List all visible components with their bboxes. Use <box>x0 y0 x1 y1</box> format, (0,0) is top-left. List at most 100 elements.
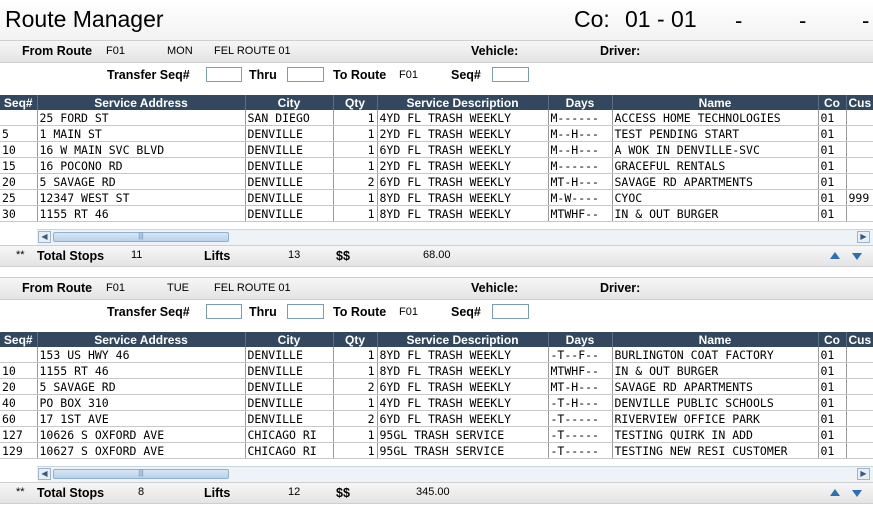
column-header-city[interactable]: City <box>245 332 334 347</box>
route-section-2: From Route F01 TUE FEL ROUTE 01 Vehicle:… <box>0 277 873 504</box>
seq-label: Seq# <box>451 305 481 319</box>
scrollbar-thumb[interactable]: ||| <box>53 469 229 479</box>
scroll-right-icon[interactable]: ▶ <box>857 468 870 480</box>
cell-city: DENVILLE <box>245 141 334 158</box>
column-header-qty[interactable]: Qty <box>333 95 378 110</box>
cell-seq: 60 <box>0 410 38 427</box>
table-row[interactable]: 25 FORD ST SAN DIEGO 1 4YD FL TRASH WEEKLY M… <box>0 110 873 126</box>
scroll-right-icon[interactable]: ▶ <box>857 231 870 243</box>
transfer-seq-input[interactable] <box>206 67 242 82</box>
arrow-down-icon[interactable] <box>851 487 863 499</box>
column-header-days[interactable]: Days <box>548 95 613 110</box>
cell-name: ACCESS HOME TECHNOLOGIES <box>612 110 819 126</box>
column-header-co[interactable]: Co <box>818 95 847 110</box>
scroll-left-icon[interactable]: ◀ <box>38 231 51 243</box>
arrow-up-icon[interactable] <box>829 250 841 262</box>
arrow-up-icon[interactable] <box>829 487 841 499</box>
cell-cus <box>846 378 873 395</box>
route-info-bar: From Route F01 MON FEL ROUTE 01 Vehicle:… <box>0 40 873 63</box>
seq-input[interactable] <box>492 67 529 82</box>
table-row[interactable]: 60 17 1ST AVE DENVILLE 2 6YD FL TRASH WEEKLY… <box>0 410 873 427</box>
cell-service-description: 8YD FL TRASH WEEKLY <box>377 189 549 206</box>
table-row[interactable]: 129 10627 S OXFORD AVE CHICAGO RI 1 95GL TRA… <box>0 442 873 459</box>
cell-cus <box>846 157 873 174</box>
cell-cus <box>846 442 873 459</box>
company-label: Co: <box>574 6 610 32</box>
table-row[interactable]: 20 5 SAVAGE RD DENVILLE 2 6YD FL TRASH WEEKL… <box>0 378 873 395</box>
table-row[interactable]: 10 16 W MAIN SVC BLVD DENVILLE 1 6YD FL TRAS… <box>0 141 873 158</box>
horizontal-scrollbar[interactable]: ◀ ||| ▶ <box>37 466 873 482</box>
column-header-seq[interactable]: Seq# <box>0 95 38 110</box>
company-value: 01 - 01 <box>625 6 697 32</box>
thru-input[interactable] <box>287 304 324 319</box>
total-stops-value: 8 <box>138 486 145 498</box>
dash-separator: - <box>735 8 743 33</box>
cell-co: 01 <box>818 362 847 379</box>
cell-seq: 25 <box>0 189 38 206</box>
cell-seq: 129 <box>0 442 38 459</box>
cell-service-address: 16 W MAIN SVC BLVD <box>37 141 246 158</box>
amount-label: $$ <box>336 486 350 500</box>
route-section-1: From Route F01 MON FEL ROUTE 01 Vehicle:… <box>0 40 873 267</box>
route-info-bar: From Route F01 TUE FEL ROUTE 01 Vehicle:… <box>0 277 873 300</box>
table-row[interactable]: 10 1155 RT 46 DENVILLE 1 8YD FL TRASH WEEKLY… <box>0 362 873 379</box>
cell-days: -T----- <box>548 410 613 427</box>
amount-value: 345.00 <box>416 486 450 498</box>
column-header-name[interactable]: Name <box>612 332 819 347</box>
column-header-seq[interactable]: Seq# <box>0 332 38 347</box>
table-row[interactable]: 20 5 SAVAGE RD DENVILLE 2 6YD FL TRASH WEEKL… <box>0 173 873 190</box>
cell-name: RIVERVIEW OFFICE PARK <box>612 410 819 427</box>
cell-city: DENVILLE <box>245 157 334 174</box>
cell-city: DENVILLE <box>245 205 334 222</box>
column-header-qty[interactable]: Qty <box>333 332 378 347</box>
table-row[interactable]: 127 10626 S OXFORD AVE CHICAGO RI 1 95GL TRA… <box>0 426 873 443</box>
table-row[interactable]: 30 1155 RT 46 DENVILLE 1 8YD FL TRASH WEEKLY… <box>0 205 873 222</box>
column-header-days[interactable]: Days <box>548 332 613 347</box>
cell-service-address: 12347 WEST ST <box>37 189 246 206</box>
cell-city: DENVILLE <box>245 410 334 427</box>
cell-service-description: 2YD FL TRASH WEEKLY <box>377 157 549 174</box>
column-header-city[interactable]: City <box>245 95 334 110</box>
cell-name: BURLINGTON COAT FACTORY <box>612 347 819 363</box>
scroll-left-icon[interactable]: ◀ <box>38 468 51 480</box>
amount-value: 68.00 <box>423 249 451 261</box>
column-header-service-description[interactable]: Service Description <box>377 332 549 347</box>
cell-service-description: 8YD FL TRASH WEEKLY <box>377 205 549 222</box>
column-header-service-address[interactable]: Service Address <box>37 95 246 110</box>
cell-days: MTWHF-- <box>548 205 613 222</box>
thru-input[interactable] <box>287 67 324 82</box>
column-header-name[interactable]: Name <box>612 95 819 110</box>
cell-service-description: 95GL TRASH SERVICE <box>377 442 549 459</box>
seq-label: Seq# <box>451 68 481 82</box>
stops-grid: Seq# Service Address City Qty Service Descri… <box>0 332 873 461</box>
cell-service-description: 6YD FL TRASH WEEKLY <box>377 410 549 427</box>
totals-marker: ** <box>16 486 25 498</box>
title-bar: Route Manager Co: 01 - 01 - - - <box>0 0 873 41</box>
table-row[interactable]: 51 MAIN ST DENVILLE 1 2YD FL TRASH WEEKLY M-… <box>0 125 873 142</box>
cell-days: M-W---- <box>548 189 613 206</box>
cell-seq: 20 <box>0 173 38 190</box>
cell-days: -T----- <box>548 442 613 459</box>
table-row[interactable]: 40 PO BOX 310 DENVILLE 1 4YD FL TRASH WEEKLY… <box>0 394 873 411</box>
column-header-cus[interactable]: Cus <box>846 95 873 110</box>
column-header-co[interactable]: Co <box>818 332 847 347</box>
cell-co: 01 <box>818 173 847 190</box>
cell-city: DENVILLE <box>245 125 334 142</box>
transfer-seq-input[interactable] <box>206 304 242 319</box>
column-header-cus[interactable]: Cus <box>846 332 873 347</box>
column-header-service-address[interactable]: Service Address <box>37 332 246 347</box>
arrow-down-icon[interactable] <box>851 250 863 262</box>
cell-service-address: 1155 RT 46 <box>37 362 246 379</box>
cell-service-description: 4YD FL TRASH WEEKLY <box>377 110 549 126</box>
seq-input[interactable] <box>492 304 529 319</box>
horizontal-scrollbar[interactable]: ◀ ||| ▶ <box>37 229 873 245</box>
route-day: MON <box>167 45 193 57</box>
scrollbar-thumb[interactable]: ||| <box>53 232 229 242</box>
table-row[interactable]: 153 US HWY 46 DENVILLE 1 8YD FL TRASH WEEKL… <box>0 347 873 363</box>
cell-service-address: 5 SAVAGE RD <box>37 173 246 190</box>
table-row[interactable]: 25 12347 WEST ST DENVILLE 1 8YD FL TRASH WEE… <box>0 189 873 206</box>
table-row[interactable]: 15 16 POCONO RD DENVILLE 1 2YD FL TRASH WEEK… <box>0 157 873 174</box>
cell-seq: 10 <box>0 362 38 379</box>
column-header-service-description[interactable]: Service Description <box>377 95 549 110</box>
totals-marker: ** <box>16 249 25 261</box>
